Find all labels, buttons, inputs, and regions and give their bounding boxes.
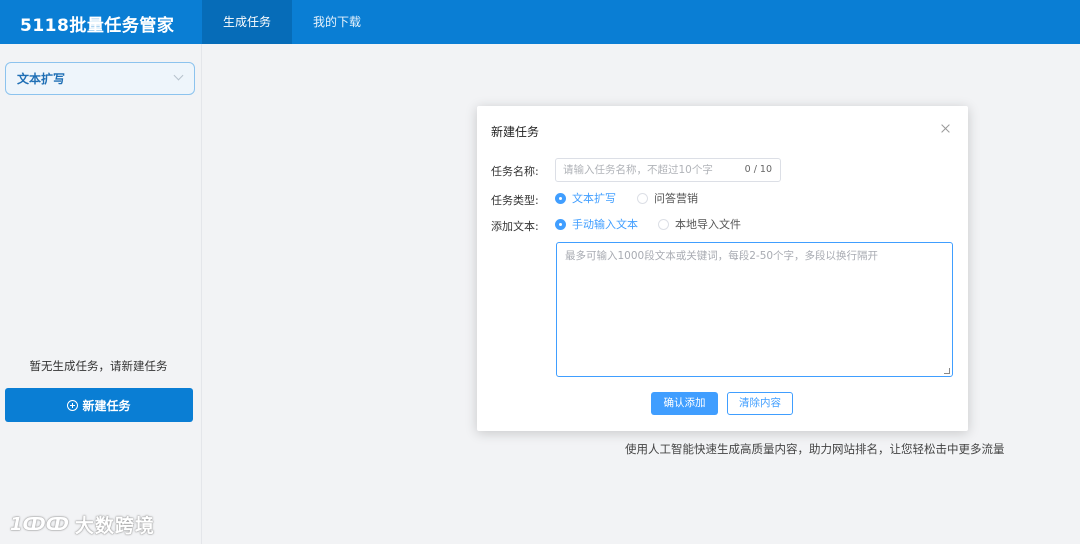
radio-manual-input[interactable]: 手动输入文本 <box>555 216 638 232</box>
empty-state-text: 暂无生成任务，请新建任务 <box>29 359 168 373</box>
task-name-field[interactable]: 0 / 10 <box>555 158 781 182</box>
radio-checked-icon <box>555 218 566 230</box>
tab-generate-task[interactable]: 生成任务 <box>202 0 293 44</box>
radio-qa-marketing-label: 问答营销 <box>654 192 698 205</box>
radio-text-expand-label: 文本扩写 <box>572 192 616 205</box>
task-type-select[interactable]: 文本扩写 <box>5 62 195 95</box>
watermark: 1ↀↀ 大数跨境 <box>10 511 155 538</box>
plus-circle-icon <box>67 399 79 411</box>
radio-unchecked-icon <box>637 192 648 204</box>
task-type-label: 任务类型: <box>491 194 539 207</box>
clear-content-button[interactable]: 清除内容 <box>727 392 793 415</box>
task-name-label: 任务名称: <box>491 165 539 178</box>
top-bar: 5118批量任务管家 生成任务 我的下载 <box>0 0 1080 44</box>
add-text-label: 添加文本: <box>491 220 539 233</box>
sidebar: 文本扩写 暂无生成任务，请新建任务 新建任务 <box>0 44 202 544</box>
chevron-down-icon <box>173 70 184 81</box>
tab-my-downloads[interactable]: 我的下载 <box>292 0 382 44</box>
radio-unchecked-icon <box>658 218 669 230</box>
new-task-label: 新建任务 <box>82 398 131 413</box>
radio-text-expand[interactable]: 文本扩写 <box>555 190 616 206</box>
radio-qa-marketing[interactable]: 问答营销 <box>637 190 698 206</box>
app-title: 5118批量任务管家 <box>20 16 175 36</box>
dialog-title: 新建任务 <box>491 125 540 139</box>
task-name-input[interactable] <box>563 162 733 178</box>
radio-local-import[interactable]: 本地导入文件 <box>658 216 741 232</box>
resize-handle-icon[interactable] <box>944 368 950 374</box>
confirm-add-button[interactable]: 确认添加 <box>651 392 718 415</box>
char-counter: 0 / 10 <box>744 164 772 175</box>
new-task-button[interactable]: 新建任务 <box>5 388 193 422</box>
main-tagline: 使用人工智能快速生成高质量内容，助力网站排名，让您轻松击中更多流量 <box>625 442 1005 456</box>
watermark-text: 大数跨境 <box>74 515 155 537</box>
radio-checked-icon <box>555 192 566 204</box>
radio-manual-input-label: 手动输入文本 <box>572 218 638 231</box>
text-input-area[interactable] <box>556 242 953 377</box>
radio-local-import-label: 本地导入文件 <box>675 218 741 231</box>
text-input-textarea[interactable] <box>557 243 952 376</box>
close-icon[interactable] <box>940 123 952 135</box>
new-task-dialog: 新建任务 任务名称: 0 / 10 任务类型: 文本扩写 问答营销 添加文本: … <box>477 106 968 431</box>
task-type-select-value: 文本扩写 <box>17 72 66 86</box>
watermark-logo: 1ↀↀ <box>10 514 69 535</box>
